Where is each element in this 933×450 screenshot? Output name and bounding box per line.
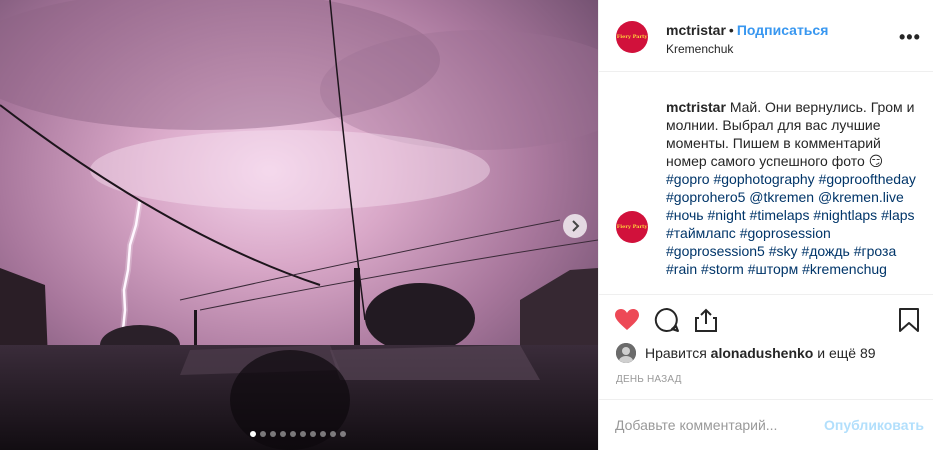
likes-prefix: Нравится (645, 345, 707, 361)
hashtag-link[interactable]: #nightlaps (813, 207, 877, 223)
comment-input[interactable] (615, 414, 815, 436)
add-comment-section: Опубликовать (599, 399, 933, 450)
hashtag-link[interactable]: @tkremen (749, 189, 814, 205)
carousel-dot (330, 431, 336, 437)
hashtag-link[interactable]: #goprosession5 (666, 243, 765, 259)
carousel-dot (270, 431, 276, 437)
hashtag-link[interactable]: #kremenchug (802, 261, 887, 277)
liker-avatar[interactable] (616, 343, 636, 363)
hashtag-link[interactable]: #goprohero5 (666, 189, 745, 205)
hashtag-link[interactable]: #timelaps (750, 207, 810, 223)
avatar-logo: Fiery Party (616, 224, 648, 230)
carousel-dot (280, 431, 286, 437)
carousel-dot (260, 431, 266, 437)
avatar-logo: Fiery Party (616, 34, 648, 40)
chevron-right-icon (572, 220, 580, 232)
carousel-dot (320, 431, 326, 437)
publish-button[interactable]: Опубликовать (824, 417, 924, 433)
comment-icon[interactable] (654, 307, 680, 333)
carousel-dot (300, 431, 306, 437)
post-media[interactable] (0, 0, 598, 450)
hashtag-link[interactable]: #laps (881, 207, 914, 223)
post-date: ДЕНЬ НАЗАД (616, 374, 682, 385)
follow-button[interactable]: Подписаться (737, 22, 829, 38)
likes-line: Нравится alonadushenko и ещё 89 (616, 343, 876, 363)
hashtag-link[interactable]: #goprosession (740, 225, 831, 241)
heart-icon[interactable] (614, 307, 640, 333)
carousel-indicator (250, 431, 346, 437)
likes-count[interactable]: и ещё 89 (817, 345, 875, 361)
share-icon[interactable] (693, 307, 719, 333)
caption-area[interactable]: Fiery Party mctristar Май. Они вернулись… (599, 73, 933, 294)
hashtag-link[interactable]: #шторм (748, 261, 798, 277)
post-header: Fiery Party mctristar • Подписаться Kremen… (599, 0, 933, 72)
caption-username[interactable]: mctristar (666, 99, 726, 115)
carousel-dot (250, 431, 256, 437)
hashtag-link[interactable]: #night (707, 207, 745, 223)
caption-avatar[interactable]: Fiery Party (616, 211, 648, 243)
username-link[interactable]: mctristar (666, 22, 726, 38)
hashtag-link[interactable]: #gopro (666, 171, 710, 187)
hashtag-link[interactable]: #таймлапс (666, 225, 736, 241)
avatar[interactable]: Fiery Party (616, 21, 648, 53)
more-options-icon[interactable]: ••• (899, 27, 921, 48)
carousel-dot (290, 431, 296, 437)
hashtag-link[interactable]: #ночь (666, 207, 704, 223)
bookmark-icon[interactable] (896, 307, 922, 333)
caption-text: mctristar Май. Они вернулись. Гром и мол… (666, 98, 924, 278)
hashtag-link[interactable]: #дождь (801, 243, 849, 259)
post-side-panel: Fiery Party mctristar • Подписаться Kremen… (598, 0, 933, 450)
hashtag-link[interactable]: #storm (701, 261, 744, 277)
header-user-line: mctristar • Подписаться (666, 22, 828, 38)
hashtag-link[interactable]: #gophotography (713, 171, 814, 187)
hashtag-link[interactable]: @kremen.live (818, 189, 904, 205)
carousel-dot (340, 431, 346, 437)
hashtag-link[interactable]: #гроза (854, 243, 897, 259)
liker-username[interactable]: alonadushenko (711, 345, 814, 361)
hashtag-link[interactable]: #rain (666, 261, 697, 277)
caption-tags: #gopro #gophotography #goprooftheday #go… (666, 171, 916, 277)
hashtag-link[interactable]: #sky (769, 243, 798, 259)
carousel-dot (310, 431, 316, 437)
action-bar (599, 294, 933, 344)
person-icon (616, 343, 636, 363)
hashtag-link[interactable]: #goprooftheday (819, 171, 916, 187)
separator-dot: • (728, 22, 734, 38)
storm-photo (0, 0, 598, 450)
next-slide-button[interactable] (563, 214, 587, 238)
location-link[interactable]: Kremenchuk (666, 42, 733, 56)
